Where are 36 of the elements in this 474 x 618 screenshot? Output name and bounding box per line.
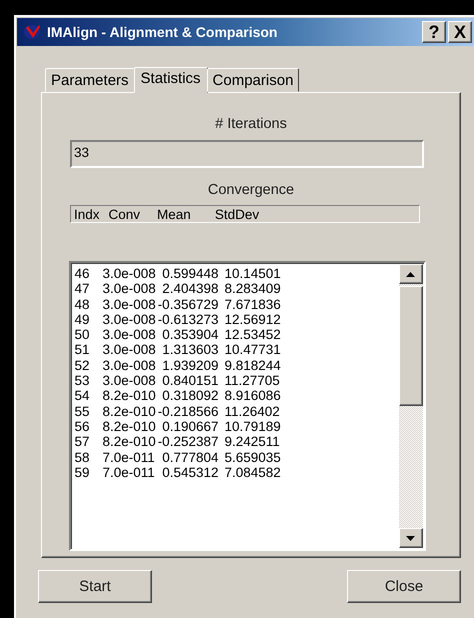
column-header: StdDev (214, 206, 260, 222)
tab[interactable]: Statistics (134, 67, 208, 93)
list-row[interactable]: 57 8.2e-010-0.252387 9.242511 (74, 434, 280, 450)
app-icon (23, 23, 43, 41)
list-row[interactable]: 53 3.0e-008 0.840151 11.27705 (74, 373, 280, 388)
list-row[interactable]: 55 8.2e-010-0.218566 11.26402 (74, 404, 280, 419)
list-row[interactable]: 52 3.0e-008 1.939209 9.818244 (74, 358, 281, 374)
tab[interactable]: Comparison (206, 68, 300, 92)
down-arrow-icon (406, 536, 415, 540)
column-header: Conv (108, 206, 140, 222)
help-button[interactable]: ? (422, 21, 446, 43)
window-title: IMAlign - Alignment & Comparison (47, 24, 278, 40)
tab[interactable]: Parameters (45, 68, 135, 92)
column-header: Indx (74, 206, 100, 222)
iterations-field[interactable]: 33 (70, 140, 424, 168)
dialog-button[interactable]: Start (38, 570, 152, 603)
window-close-button[interactable]: X (448, 21, 472, 43)
list-row[interactable]: 46 3.0e-008 0.599448 10.14501 (74, 266, 281, 282)
up-arrow-icon (406, 272, 415, 276)
iterations-label: # Iterations (215, 116, 287, 132)
list-row[interactable]: 48 3.0e-008-0.356729 7.671836 (74, 296, 281, 312)
scroll-thumb[interactable] (398, 286, 422, 406)
list-row[interactable]: 59 7.0e-011 0.545312 7.084582 (74, 464, 281, 480)
list-row[interactable]: 49 3.0e-008-0.613273 12.56912 (74, 312, 281, 328)
list-row[interactable]: 56 8.2e-010 0.190667 10.79189 (74, 418, 281, 434)
scrollbar[interactable] (398, 264, 422, 548)
scroll-down-button[interactable] (398, 528, 422, 548)
list-row[interactable]: 58 7.0e-011 0.777804 5.659035 (74, 450, 281, 465)
list-row[interactable]: 50 3.0e-008 0.353904 12.53452 (74, 327, 281, 342)
list-row[interactable]: 47 3.0e-008 2.404398 8.283409 (74, 281, 281, 297)
dialog-button[interactable]: Close (347, 570, 461, 603)
list-row[interactable]: 51 3.0e-008 1.313603 10.47731 (74, 342, 281, 358)
scroll-up-button[interactable] (398, 264, 422, 284)
convergence-label: Convergence (208, 182, 294, 198)
list-row[interactable]: 54 8.2e-010 0.318092 8.916086 (74, 388, 281, 404)
column-header: Mean (157, 206, 191, 222)
